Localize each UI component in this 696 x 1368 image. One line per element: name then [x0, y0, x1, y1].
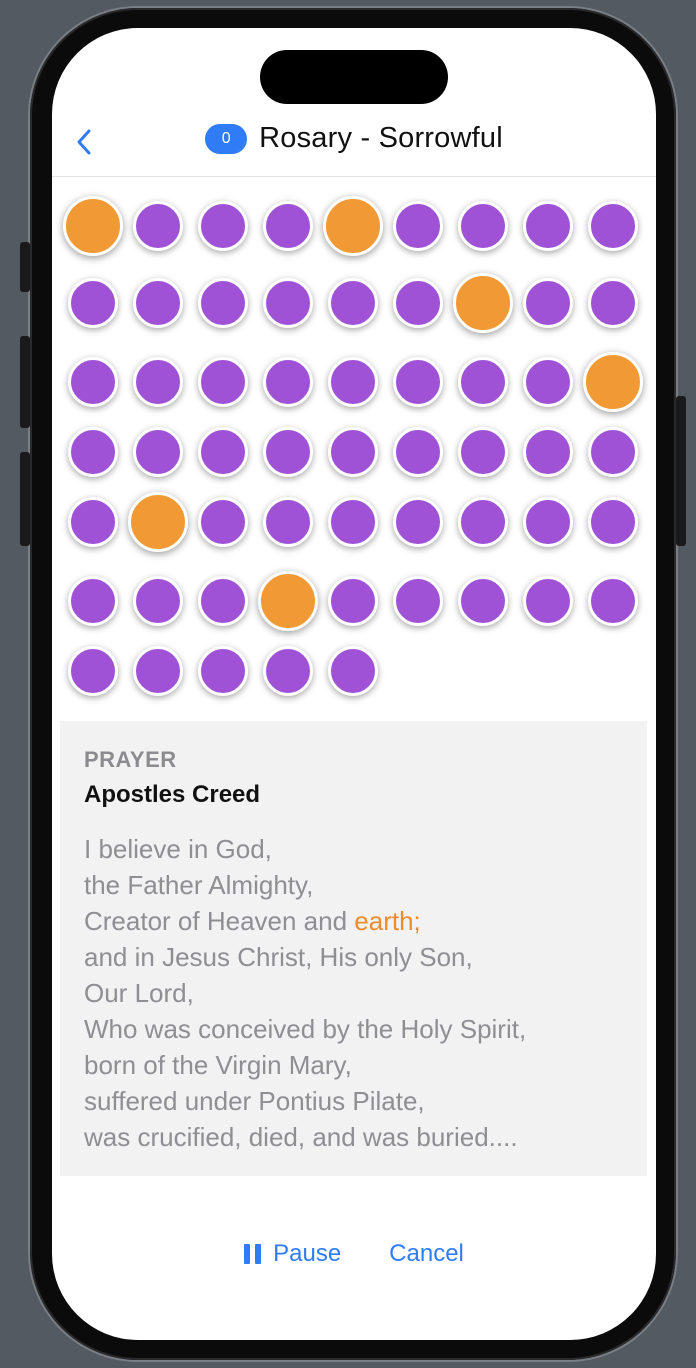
prayer-bead[interactable] — [263, 427, 313, 477]
prayer-bead[interactable] — [198, 497, 248, 547]
prayer-bead[interactable] — [198, 357, 248, 407]
prayer-line: born of the Virgin Mary, — [84, 1050, 352, 1080]
decade-bead[interactable] — [258, 571, 318, 631]
prayer-bead[interactable] — [393, 201, 443, 251]
prayer-bead[interactable] — [328, 646, 378, 696]
prayer-line: and in Jesus Christ, His only Son, — [84, 942, 473, 972]
prayer-line: Our Lord, — [84, 978, 194, 1008]
prayer-bead[interactable] — [198, 646, 248, 696]
prayer-bead[interactable] — [68, 497, 118, 547]
prayer-line-text: Creator of Heaven and — [84, 906, 355, 936]
prayer-bead[interactable] — [328, 357, 378, 407]
prayer-bead[interactable] — [523, 357, 573, 407]
prayer-line: Who was conceived by the Holy Spirit, — [84, 1014, 527, 1044]
prayer-bead[interactable] — [263, 646, 313, 696]
prayer-line: I believe in God, — [84, 834, 272, 864]
prayer-bead[interactable] — [133, 576, 183, 626]
prayer-line: Creator of Heaven and earth; — [84, 903, 623, 939]
power-button — [676, 396, 686, 546]
silent-switch — [20, 242, 30, 292]
prayer-bead[interactable] — [133, 357, 183, 407]
prayer-bead[interactable] — [523, 278, 573, 328]
decade-bead[interactable] — [128, 492, 188, 552]
prayer-bead[interactable] — [458, 427, 508, 477]
prayer-bead[interactable] — [393, 497, 443, 547]
prayer-bead[interactable] — [68, 576, 118, 626]
prayer-bead[interactable] — [328, 278, 378, 328]
prayer-bead[interactable] — [328, 427, 378, 477]
prayer-line: suffered under Pontius Pilate, — [84, 1086, 425, 1116]
bead-grid — [52, 28, 656, 748]
prayer-bead[interactable] — [263, 201, 313, 251]
prayer-card: PRAYER Apostles Creed I believe in God, … — [60, 721, 647, 1176]
prayer-bead[interactable] — [523, 576, 573, 626]
prayer-bead[interactable] — [263, 278, 313, 328]
prayer-text: I believe in God, the Father Almighty, C… — [84, 831, 623, 1155]
prayer-bead[interactable] — [68, 357, 118, 407]
pause-label: Pause — [273, 1240, 342, 1267]
prayer-bead[interactable] — [68, 427, 118, 477]
prayer-bead[interactable] — [523, 427, 573, 477]
prayer-line: the Father Almighty, — [84, 870, 314, 900]
prayer-bead[interactable] — [393, 278, 443, 328]
prayer-bead[interactable] — [198, 427, 248, 477]
prayer-name: Apostles Creed — [84, 781, 261, 808]
prayer-bead[interactable] — [68, 278, 118, 328]
pause-icon — [244, 1244, 262, 1264]
prayer-bead[interactable] — [588, 278, 638, 328]
prayer-bead[interactable] — [198, 201, 248, 251]
prayer-bead[interactable] — [523, 201, 573, 251]
controls-bar: Pause Cancel — [52, 1234, 656, 1274]
prayer-bead[interactable] — [198, 278, 248, 328]
prayer-bead[interactable] — [133, 427, 183, 477]
decade-bead[interactable] — [583, 352, 643, 412]
prayer-bead[interactable] — [133, 201, 183, 251]
prayer-bead[interactable] — [393, 576, 443, 626]
decade-bead[interactable] — [323, 196, 383, 256]
prayer-bead[interactable] — [523, 497, 573, 547]
decade-bead[interactable] — [63, 196, 123, 256]
prayer-bead[interactable] — [588, 576, 638, 626]
prayer-bead[interactable] — [458, 357, 508, 407]
volume-up-button — [20, 336, 30, 428]
prayer-bead[interactable] — [133, 646, 183, 696]
prayer-bead[interactable] — [458, 497, 508, 547]
cancel-button[interactable]: Cancel — [389, 1240, 464, 1268]
prayer-bead[interactable] — [328, 576, 378, 626]
prayer-bead[interactable] — [588, 497, 638, 547]
prayer-bead[interactable] — [588, 427, 638, 477]
pause-button[interactable]: Pause — [244, 1240, 341, 1268]
prayer-bead[interactable] — [393, 427, 443, 477]
volume-down-button — [20, 452, 30, 546]
prayer-bead[interactable] — [458, 576, 508, 626]
prayer-bead[interactable] — [588, 201, 638, 251]
prayer-bead[interactable] — [263, 357, 313, 407]
prayer-bead[interactable] — [68, 646, 118, 696]
prayer-bead[interactable] — [458, 201, 508, 251]
prayer-bead[interactable] — [133, 278, 183, 328]
prayer-caption: PRAYER — [84, 747, 177, 772]
screen: 0 Rosary - Sorrowful PRAYER Apostles Cre… — [52, 28, 656, 1340]
prayer-bead[interactable] — [393, 357, 443, 407]
prayer-bead[interactable] — [263, 497, 313, 547]
prayer-bead[interactable] — [198, 576, 248, 626]
highlighted-word: earth; — [354, 906, 421, 936]
prayer-line: was crucified, died, and was buried.... — [84, 1122, 518, 1152]
prayer-bead[interactable] — [328, 497, 378, 547]
decade-bead[interactable] — [453, 273, 513, 333]
